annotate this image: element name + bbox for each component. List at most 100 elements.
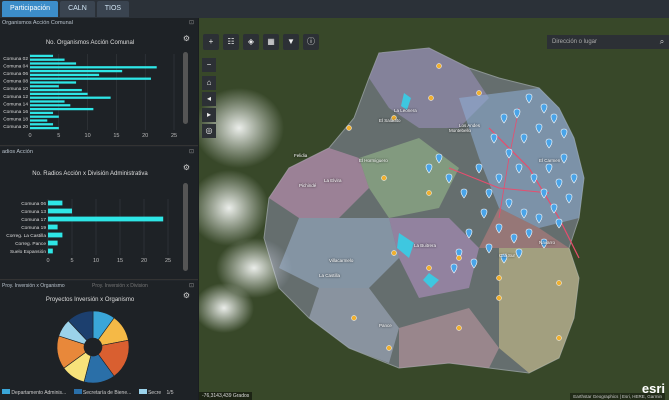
legend-item: Secretaría de Biene... xyxy=(82,390,132,396)
poi-marker xyxy=(496,295,502,301)
close-icon[interactable]: ⊡ xyxy=(189,148,194,155)
gear-icon[interactable]: ⚙ xyxy=(183,163,190,172)
bar xyxy=(30,100,65,103)
bar xyxy=(48,232,63,238)
gear-icon[interactable]: ⚙ xyxy=(183,34,190,43)
panel-organismos: Organismos Acción Comunal ⊡ No. Organism… xyxy=(0,18,198,146)
bar xyxy=(30,107,94,111)
map-region-label: Los Andes xyxy=(459,123,481,128)
bar xyxy=(30,115,59,118)
bar xyxy=(30,111,54,115)
x-tick-label: 25 xyxy=(165,258,171,264)
back-icon[interactable]: ◂ xyxy=(202,92,216,106)
tab-proy-organismo[interactable]: Proy. Inversión x Organismo xyxy=(2,283,65,289)
poi-marker xyxy=(496,275,502,281)
map-region-label: Montebello xyxy=(449,128,472,133)
panel-proyectos: Proy. Inversión x Organismo Proy. Invers… xyxy=(0,281,198,400)
tab-bar: Participación CALN TIOS xyxy=(0,0,669,18)
bar-chart-organismos: 0 5 10 15 20 25 Comuna 02Comuna 04 Comuna 06 Com… xyxy=(3,54,177,139)
map-region-label: La Buitrera xyxy=(414,243,437,248)
coordinate-readout: -76,3143,439 Grados xyxy=(199,392,253,400)
poi-marker xyxy=(426,190,432,196)
poi-marker xyxy=(351,315,357,321)
legend-page[interactable]: 1/5 xyxy=(167,390,174,396)
map-region-label: La Elvira xyxy=(324,178,342,183)
tab-tios[interactable]: TIOS xyxy=(96,1,130,17)
y-tick-label: Comuna 12 xyxy=(3,94,28,100)
legend-item: Departamento Adminis... xyxy=(11,390,67,396)
y-tick-label: Comuna 06 xyxy=(3,71,28,77)
poi-marker xyxy=(556,280,562,286)
map-region-label: La Leonera xyxy=(394,108,417,113)
y-tick-label: Suelo Expansión xyxy=(10,249,46,255)
bar xyxy=(30,88,82,92)
bar-chart-radios: 0 5 10 15 20 25 Comuna 06 Comuna 13 Comuna 17 Com… xyxy=(6,199,171,264)
close-icon[interactable]: ⊡ xyxy=(189,19,194,26)
bar xyxy=(48,248,53,254)
bar xyxy=(48,240,58,246)
poi-marker xyxy=(456,325,462,331)
map-region-label: El Carmen xyxy=(539,158,561,163)
tab-proy-division[interactable]: Proy. Inversión x Division xyxy=(92,283,148,289)
bar xyxy=(30,58,65,61)
map-region-label: Pichindé xyxy=(299,183,317,188)
poi-marker xyxy=(381,175,387,181)
filter-icon[interactable]: ▼ xyxy=(283,34,299,50)
locate-icon[interactable]: ◎ xyxy=(202,124,216,138)
bar xyxy=(30,81,77,84)
y-tick-label: Comuna 14 xyxy=(3,101,28,107)
x-tick-label: 0 xyxy=(28,133,31,139)
search-icon[interactable]: ⌕ xyxy=(655,35,669,49)
home-icon[interactable]: ⌂ xyxy=(202,76,216,90)
poi-marker xyxy=(436,63,442,69)
bar xyxy=(30,62,77,65)
tab-participacion[interactable]: Participación xyxy=(2,1,59,17)
zoom-out-button[interactable]: − xyxy=(202,58,216,72)
x-tick-label: 20 xyxy=(141,258,147,264)
forward-icon[interactable]: ▸ xyxy=(202,108,216,122)
bar xyxy=(30,85,59,88)
chart-title: Proyectos Inversión x Organismo xyxy=(45,297,135,303)
bar xyxy=(48,224,58,230)
close-icon[interactable]: ⊡ xyxy=(189,282,194,289)
panel-title: adios Acción xyxy=(2,149,33,155)
search-input[interactable]: Dirección o lugar xyxy=(547,35,655,49)
tab-caln[interactable]: CALN xyxy=(60,1,95,17)
basemap-gallery-icon[interactable]: ▦ xyxy=(263,34,279,50)
chart-title: No. Radios Acción x División Administrat… xyxy=(32,171,148,177)
poi-marker xyxy=(428,95,434,101)
map-view[interactable]: El Saladito Montebello Cali Sur La Castilla… xyxy=(199,18,669,400)
poi-marker xyxy=(556,335,562,341)
panel-title: Organismos Acción Comunal xyxy=(2,20,73,26)
y-tick-label: Comuna 17 xyxy=(21,217,46,223)
y-tick-label: Comuna 13 xyxy=(21,209,46,215)
x-tick-label: 15 xyxy=(117,258,123,264)
x-tick-label: 25 xyxy=(171,133,177,139)
y-tick-label: Comuna 10 xyxy=(3,86,28,92)
bar xyxy=(30,123,54,126)
layer-list-icon[interactable]: ☷ xyxy=(223,34,239,50)
poi-marker xyxy=(391,250,397,256)
y-tick-label: Comuna 08 xyxy=(3,79,28,85)
y-tick-label: Comuna 06 xyxy=(21,201,46,207)
y-tick-label: Correg. La Castilla xyxy=(6,233,46,239)
layers-icon[interactable]: ◈ xyxy=(243,34,259,50)
y-tick-label: Comuna 19 xyxy=(21,225,46,231)
gear-icon[interactable]: ⚙ xyxy=(183,291,190,300)
bar xyxy=(30,104,71,107)
zoom-in-button[interactable]: + xyxy=(203,34,219,50)
x-tick-label: 5 xyxy=(57,133,60,139)
bar xyxy=(30,126,59,130)
map-region-label: Pance xyxy=(379,323,392,328)
bar xyxy=(48,200,63,206)
pie-chart-proyectos xyxy=(56,310,130,384)
map-region-label: Navarro xyxy=(539,240,556,245)
x-tick-label: 15 xyxy=(113,133,119,139)
map-region-label: El Saladito xyxy=(379,118,401,123)
map-attribution: Earthstar Geographics | Esri, HERE, Garm… xyxy=(570,393,665,400)
info-icon[interactable]: ⓘ xyxy=(303,34,319,50)
bar xyxy=(30,66,157,69)
pie-legend: Departamento Adminis... Secretaría de Bi… xyxy=(0,389,198,399)
y-tick-label: Correg. Pance xyxy=(15,241,46,247)
bar xyxy=(30,73,100,77)
